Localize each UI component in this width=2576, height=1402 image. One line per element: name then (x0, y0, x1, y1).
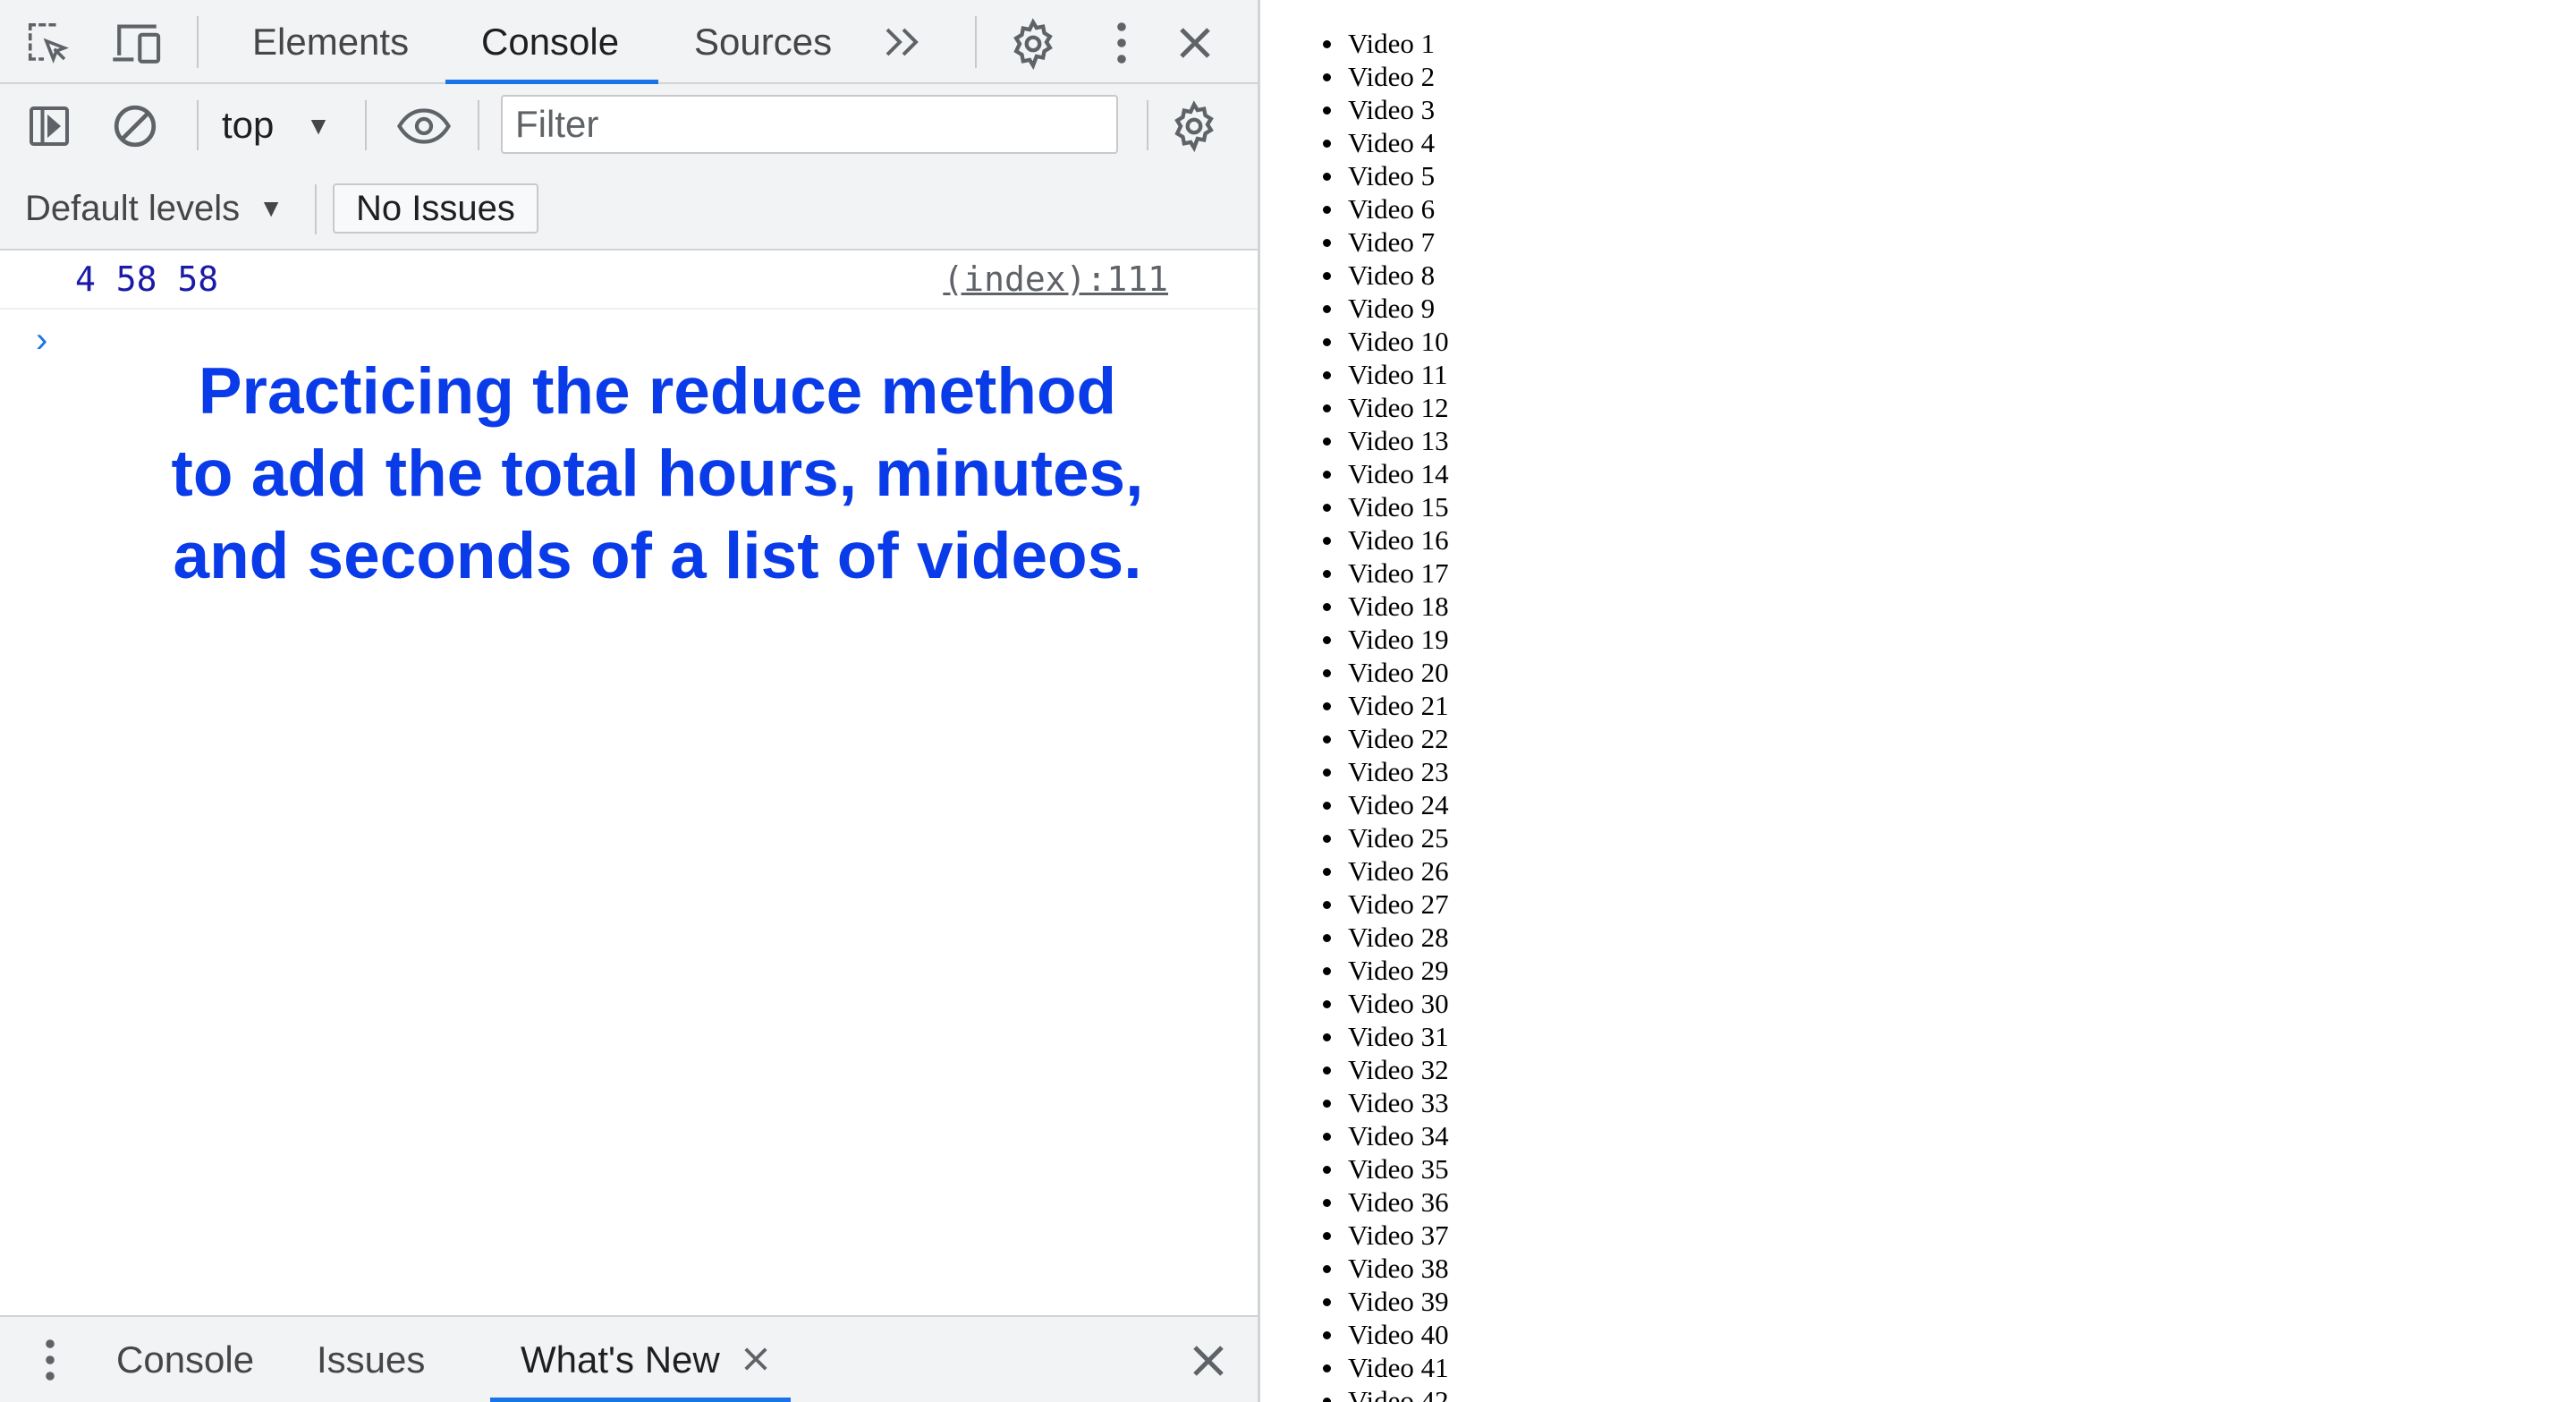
close-tab-icon[interactable] (742, 1317, 769, 1402)
tab-console[interactable]: Console (481, 0, 619, 84)
list-item: Video 31 (1323, 1021, 1449, 1052)
list-item: Video 19 (1323, 624, 1449, 655)
console-log-row: 4 58 58 (index):111 (0, 251, 1258, 310)
list-item: Video 6 (1323, 192, 1449, 225)
devtools-tab-bar: Elements Console Sources (0, 0, 1258, 84)
drawer-tab-whats-new-label: What's New (521, 1338, 720, 1381)
list-item: Video 33 (1323, 1087, 1449, 1118)
list-item: Video 36 (1323, 1186, 1449, 1218)
list-item: Video 41 (1323, 1352, 1449, 1383)
settings-icon[interactable] (1005, 16, 1061, 72)
list-item: Video 15 (1323, 491, 1449, 523)
list-item: Video 9 (1323, 292, 1449, 325)
sidebar-toggle-icon[interactable] (25, 102, 73, 150)
list-item: Video 2 (1323, 60, 1449, 93)
drawer-tab-bar: Console Issues What's New (0, 1315, 1258, 1402)
list-item: Video 16 (1323, 524, 1449, 556)
list-item: Video 24 (1323, 789, 1449, 820)
clear-console-icon[interactable] (111, 102, 159, 150)
list-item: Video 38 (1323, 1253, 1449, 1284)
video-list: Video 1 Video 2 Video 3 Video 4 Video 5 Video… (1323, 27, 1449, 1402)
list-item: Video 14 (1323, 458, 1449, 489)
issues-button[interactable]: No Issues (333, 183, 538, 234)
list-item: Video 13 (1323, 425, 1449, 456)
list-item: Video 5 (1323, 159, 1449, 192)
list-item: Video 18 (1323, 591, 1449, 622)
list-item: Video 40 (1323, 1319, 1449, 1350)
list-item: Video 10 (1323, 326, 1449, 357)
list-item: Video 12 (1323, 392, 1449, 423)
list-item: Video 42 (1323, 1384, 1449, 1402)
overlay-caption: Practicing the reduce method to add the … (171, 355, 1144, 592)
filter-input[interactable] (501, 95, 1118, 154)
console-toolbar: top ▼ (0, 84, 1258, 166)
log-source-link[interactable]: (index):111 (943, 251, 1168, 308)
log-message: 4 58 58 (75, 259, 219, 299)
log-levels-select[interactable]: Default levels ▼ (25, 166, 284, 251)
inspect-element-icon[interactable] (23, 18, 73, 68)
active-drawer-tab-indicator (490, 1398, 791, 1402)
levels-bar: Default levels ▼ No Issues (0, 166, 1258, 251)
list-item: Video 1 (1323, 27, 1449, 60)
list-item: Video 25 (1323, 822, 1449, 854)
close-drawer-icon[interactable] (1186, 1338, 1231, 1383)
list-item: Video 28 (1323, 922, 1449, 953)
list-item: Video 7 (1323, 225, 1449, 259)
context-select-label: top (222, 104, 275, 146)
list-item: Video 17 (1323, 557, 1449, 589)
tab-elements[interactable]: Elements (252, 0, 409, 84)
list-item: Video 21 (1323, 690, 1449, 721)
rendered-page: Video 1 Video 2 Video 3 Video 4 Video 5 Video… (1260, 0, 2576, 1402)
devtools-panel: Elements Console Sources top ▼ Filter De… (0, 0, 1260, 1402)
list-item: Video 29 (1323, 955, 1449, 986)
context-select[interactable]: top ▼ (222, 84, 331, 166)
drawer-tab-issues[interactable]: Issues (317, 1317, 425, 1402)
console-settings-icon[interactable] (1166, 98, 1222, 154)
chevron-down-icon: ▼ (258, 194, 284, 222)
more-tabs-icon[interactable] (877, 20, 930, 64)
close-icon[interactable] (1172, 20, 1218, 66)
list-item: Video 34 (1323, 1120, 1449, 1151)
list-item: Video 8 (1323, 259, 1449, 292)
device-toggle-icon[interactable] (109, 18, 166, 68)
list-item: Video 37 (1323, 1219, 1449, 1251)
list-item: Video 3 (1323, 93, 1449, 126)
tab-sources[interactable]: Sources (694, 0, 832, 84)
list-item: Video 39 (1323, 1286, 1449, 1317)
eye-icon[interactable] (394, 102, 454, 150)
drawer-tab-console[interactable]: Console (116, 1317, 254, 1402)
log-levels-label: Default levels (25, 189, 241, 228)
drawer-tab-whats-new[interactable]: What's New (521, 1317, 769, 1402)
list-item: Video 11 (1323, 359, 1448, 390)
list-item: Video 27 (1323, 888, 1449, 920)
kebab-menu-icon[interactable] (1102, 18, 1141, 68)
list-item: Video 23 (1323, 756, 1449, 787)
list-item: Video 26 (1323, 855, 1449, 887)
list-item: Video 20 (1323, 657, 1449, 688)
chevron-down-icon: ▼ (306, 112, 331, 140)
list-item: Video 35 (1323, 1153, 1449, 1185)
drawer-menu-icon[interactable] (32, 1335, 68, 1385)
list-item: Video 22 (1323, 723, 1449, 754)
list-item: Video 32 (1323, 1054, 1449, 1085)
list-item: Video 30 (1323, 988, 1449, 1019)
list-item: Video 4 (1323, 126, 1449, 159)
